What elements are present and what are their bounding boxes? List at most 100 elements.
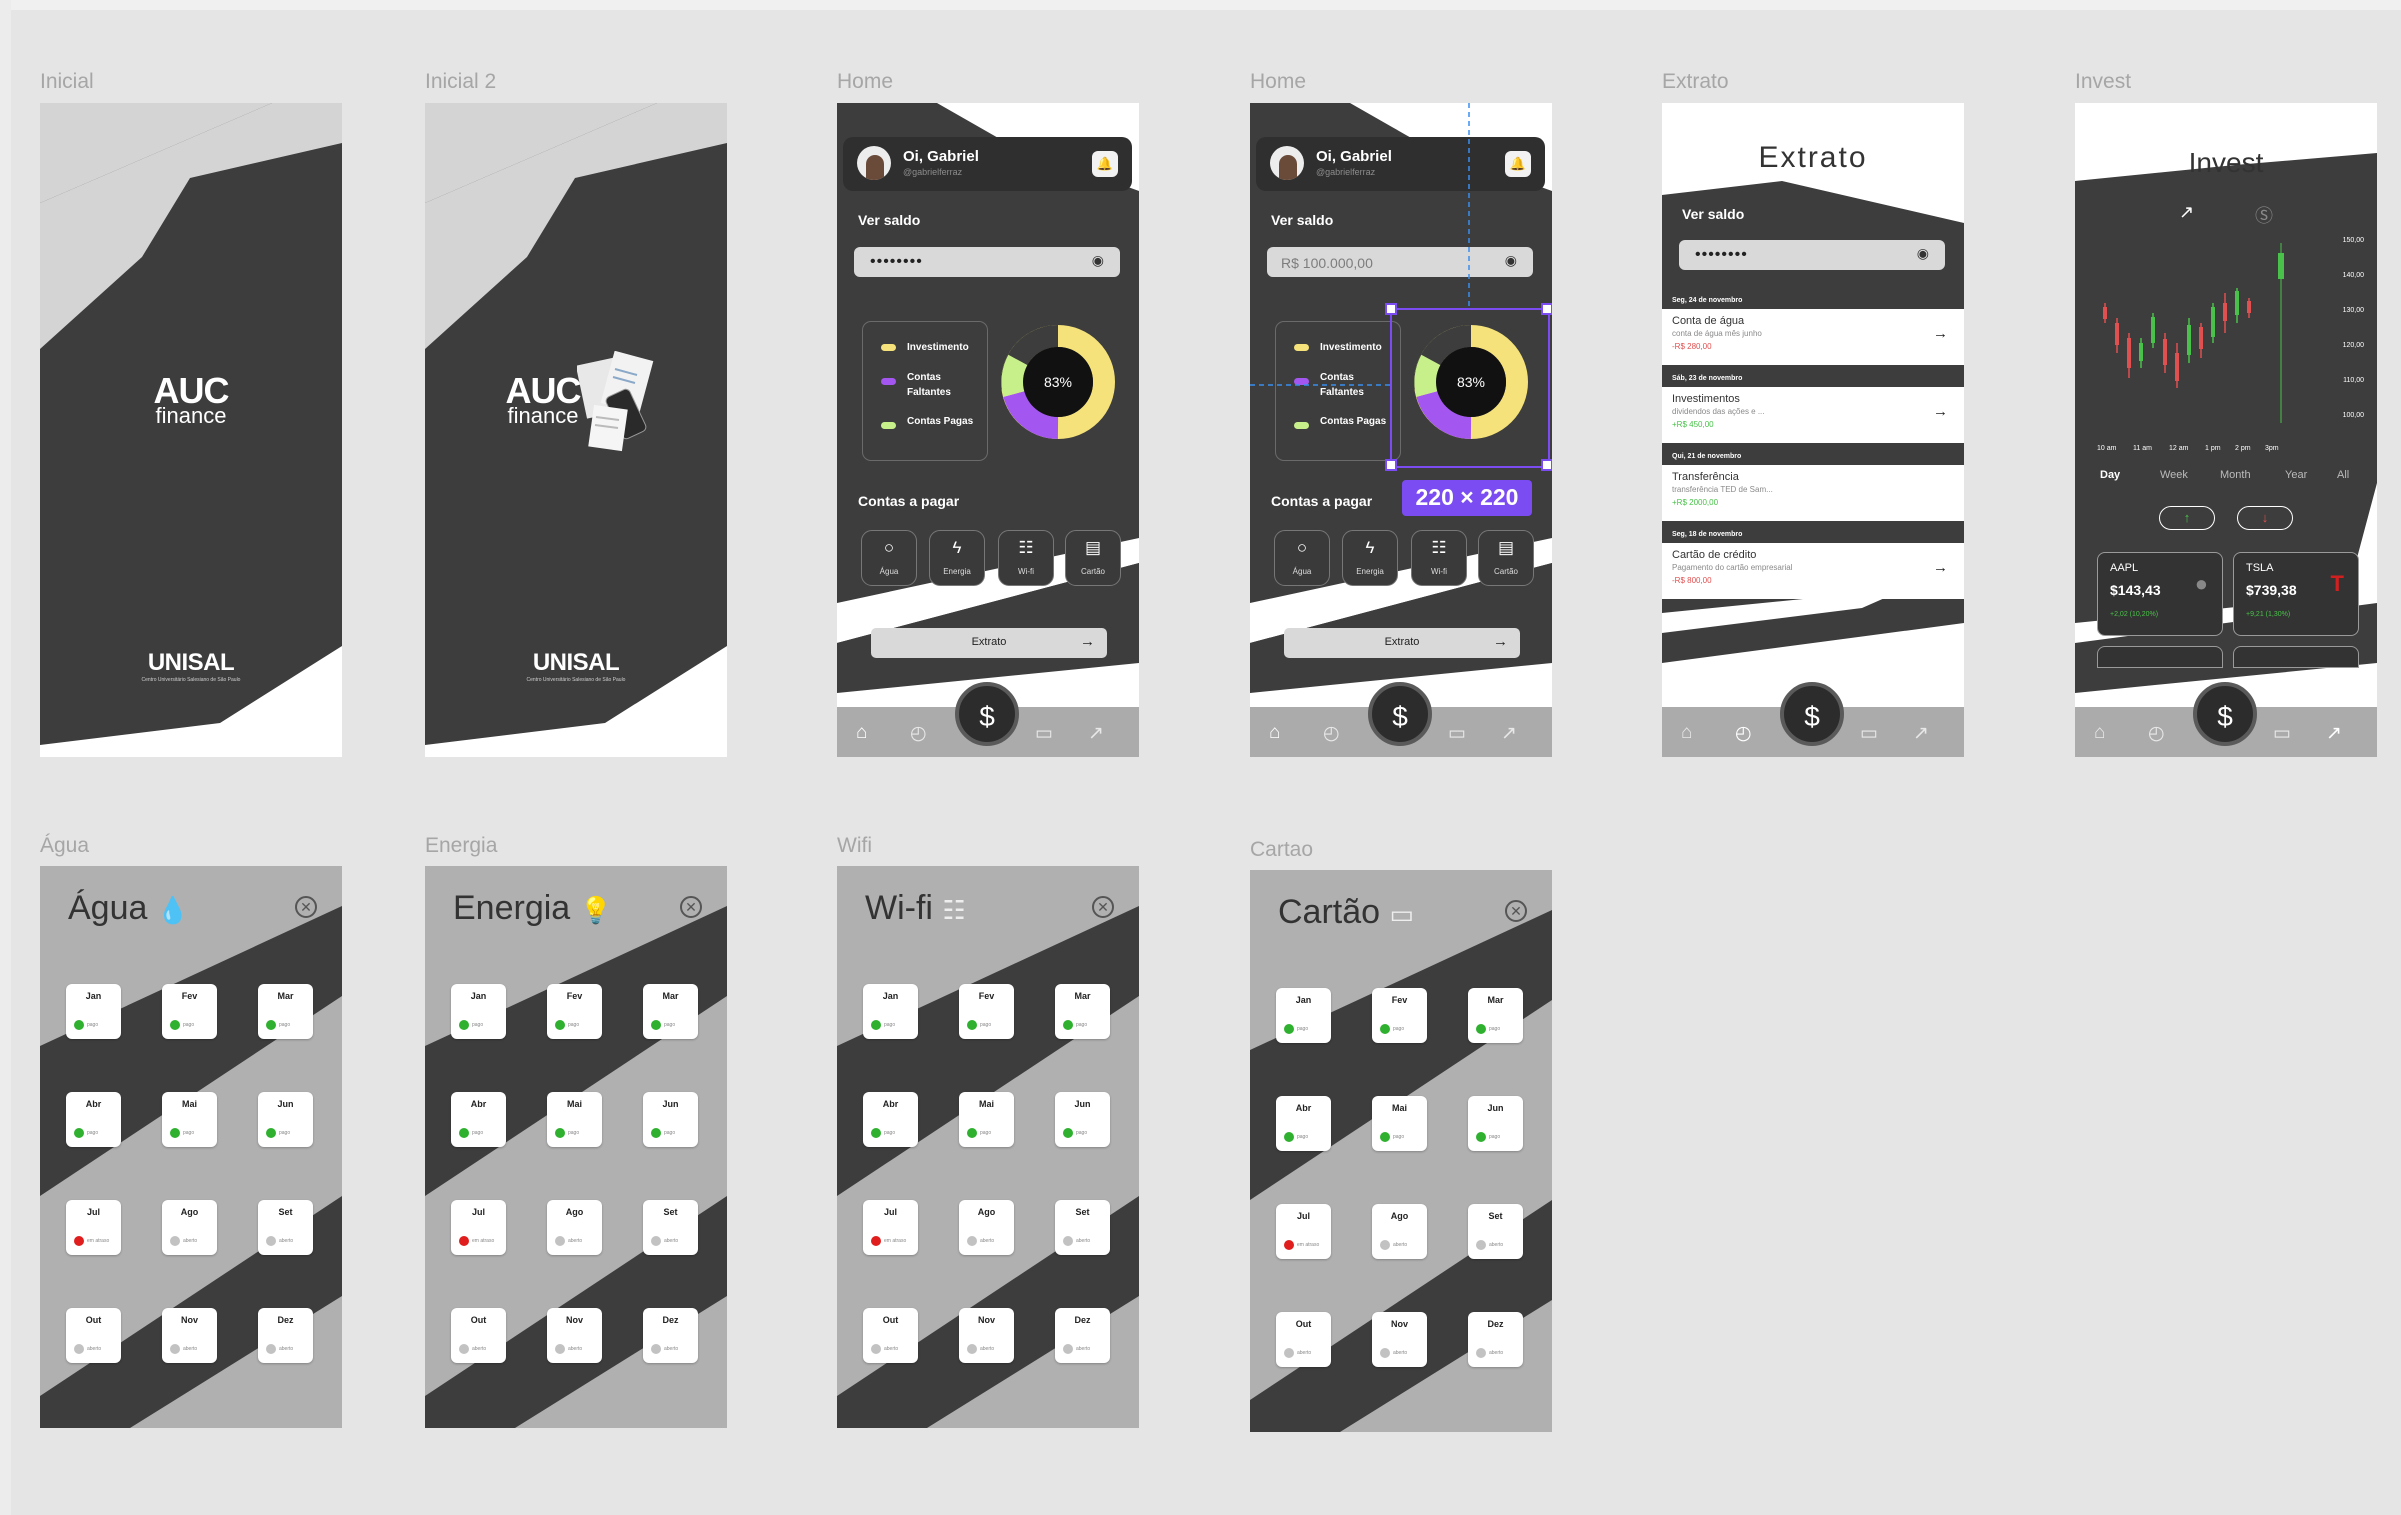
history-icon[interactable]: ◴ [1735, 722, 1752, 745]
month-card[interactable]: Jan pago [1276, 988, 1331, 1043]
bill-button-energia[interactable]: ϟ Energia [929, 530, 985, 586]
resize-handle[interactable] [1385, 459, 1397, 471]
dollar-fab-button[interactable]: $ [2193, 682, 2257, 746]
range-tab-day[interactable]: Day [2100, 469, 2120, 481]
month-card[interactable]: Mai pago [547, 1092, 602, 1147]
stock-card-aapl[interactable]: AAPL $143,43 +2,02 (10,20%) ● [2097, 552, 2223, 636]
range-tab-year[interactable]: Year [2285, 469, 2307, 481]
frame-label-invest[interactable]: Invest [2075, 70, 2131, 94]
frame-label-inicial[interactable]: Inicial [40, 70, 94, 94]
month-card[interactable]: Dez aberto [258, 1308, 313, 1363]
month-card[interactable]: Dez aberto [643, 1308, 698, 1363]
close-icon[interactable]: ✕ [1505, 900, 1527, 922]
month-card[interactable]: Jan pago [863, 984, 918, 1039]
frame-home-2[interactable]: Oi, Gabriel @gabrielferraz 🔔 Ver saldo R… [1250, 103, 1552, 757]
month-card[interactable]: Jun pago [1055, 1092, 1110, 1147]
wallet-icon[interactable]: ▭ [1035, 722, 1053, 745]
month-card[interactable]: Ago aberto [1372, 1204, 1427, 1259]
month-card[interactable]: Abr pago [1276, 1096, 1331, 1151]
bill-button-agua[interactable]: ○ Água [861, 530, 917, 586]
notification-bell-icon[interactable]: 🔔 [1092, 151, 1118, 177]
frame-inicial[interactable]: AUC finance UNISAL Centro Universitário … [40, 103, 342, 757]
transaction-card[interactable]: Investimentos dividendos das ações e ...… [1662, 387, 1964, 443]
transaction-card[interactable]: Conta de água conta de água mês junho -R… [1662, 309, 1964, 365]
month-card[interactable]: Mai pago [162, 1092, 217, 1147]
month-card[interactable]: Mai pago [959, 1092, 1014, 1147]
month-card[interactable]: Nov aberto [1372, 1312, 1427, 1367]
month-card[interactable]: Dez aberto [1055, 1308, 1110, 1363]
wallet-icon[interactable]: ▭ [1860, 722, 1878, 745]
month-card[interactable]: Jan pago [66, 984, 121, 1039]
dollar-circle-icon[interactable]: Ⓢ [2255, 202, 2273, 228]
balance-field[interactable]: •••••••• ◉ [1679, 240, 1945, 270]
month-card[interactable]: Fev pago [547, 984, 602, 1039]
month-card[interactable]: Abr pago [863, 1092, 918, 1147]
stock-card-partial[interactable] [2097, 646, 2223, 668]
resize-handle[interactable] [1541, 303, 1552, 315]
month-card[interactable]: Mar pago [1468, 988, 1523, 1043]
bill-button-wifi[interactable]: ☷ Wi-fi [998, 530, 1054, 586]
month-card[interactable]: Jun pago [258, 1092, 313, 1147]
month-card[interactable]: Ago aberto [162, 1200, 217, 1255]
month-card[interactable]: Out aberto [451, 1308, 506, 1363]
frame-label-cartao[interactable]: Cartao [1250, 838, 1313, 862]
month-card[interactable]: Set aberto [1055, 1200, 1110, 1255]
month-card[interactable]: Set aberto [258, 1200, 313, 1255]
month-card[interactable]: Mai pago [1372, 1096, 1427, 1151]
history-icon[interactable]: ◴ [910, 722, 927, 745]
frame-label-home-2[interactable]: Home [1250, 70, 1306, 94]
home-icon[interactable]: ⌂ [2094, 722, 2105, 744]
month-card[interactable]: Jul em atraso [66, 1200, 121, 1255]
month-card[interactable]: Jun pago [643, 1092, 698, 1147]
frame-label-home[interactable]: Home [837, 70, 893, 94]
frame-energia[interactable]: Energia 💡 ✕ Jan pago Fev pago Mar pago Abr pago Ma… [425, 866, 727, 1428]
avatar[interactable] [857, 146, 891, 180]
frame-agua[interactable]: Água 💧 ✕ Jan pago Fev pago Mar pago Abr pago Mai pa… [40, 866, 342, 1428]
stock-card-tsla[interactable]: TSLA $739,38 +9,21 (1,30%) T [2233, 552, 2359, 636]
frame-cartao[interactable]: Cartão ▭ ✕ Jan pago Fev pago Mar pago Abr pago Mai… [1250, 870, 1552, 1432]
month-card[interactable]: Jun pago [1468, 1096, 1523, 1151]
month-card[interactable]: Nov aberto [547, 1308, 602, 1363]
balance-field[interactable]: •••••••• ◉ [854, 247, 1120, 277]
chart-icon[interactable]: ↗ [1913, 722, 1929, 745]
frame-wifi[interactable]: Wi-fi ☷ ✕ Jan pago Fev pago Mar pago Abr pago Mai p… [837, 866, 1139, 1428]
month-card[interactable]: Out aberto [1276, 1312, 1331, 1367]
chart-icon[interactable]: ↗ [1088, 722, 1104, 745]
wallet-icon[interactable]: ▭ [2273, 722, 2291, 745]
eye-off-icon[interactable]: ◉ [1092, 252, 1104, 269]
frame-inicial-2[interactable]: AUC finance UNISAL Centro Universitário … [425, 103, 727, 757]
month-card[interactable]: Nov aberto [162, 1308, 217, 1363]
home-icon[interactable]: ⌂ [1681, 722, 1692, 744]
frame-label-extrato[interactable]: Extrato [1662, 70, 1729, 94]
selection-box[interactable] [1390, 308, 1550, 468]
month-card[interactable]: Dez aberto [1468, 1312, 1523, 1367]
month-card[interactable]: Fev pago [162, 984, 217, 1039]
dollar-fab-button[interactable]: $ [955, 682, 1019, 746]
range-tab-week[interactable]: Week [2160, 469, 2188, 481]
month-card[interactable]: Ago aberto [547, 1200, 602, 1255]
frame-home[interactable]: Oi, Gabriel @gabrielferraz 🔔 Ver saldo •… [837, 103, 1139, 757]
month-card[interactable]: Jan pago [451, 984, 506, 1039]
month-card[interactable]: Out aberto [863, 1308, 918, 1363]
line-chart-icon[interactable]: ↗ [2179, 202, 2194, 223]
frame-label-energia[interactable]: Energia [425, 834, 497, 858]
resize-handle[interactable] [1541, 459, 1552, 471]
close-icon[interactable]: ✕ [680, 896, 702, 918]
frame-invest[interactable]: Invest ↗ Ⓢ 150,00 140,00 130,00 120,00 1… [2075, 103, 2377, 757]
month-card[interactable]: Jul em atraso [863, 1200, 918, 1255]
month-card[interactable]: Abr pago [66, 1092, 121, 1147]
range-tab-all[interactable]: All [2337, 469, 2349, 481]
frame-label-wifi[interactable]: Wifi [837, 834, 872, 858]
month-card[interactable]: Nov aberto [959, 1308, 1014, 1363]
month-card[interactable]: Set aberto [1468, 1204, 1523, 1259]
month-card[interactable]: Mar pago [1055, 984, 1110, 1039]
close-icon[interactable]: ✕ [1092, 896, 1114, 918]
month-card[interactable]: Mar pago [258, 984, 313, 1039]
close-icon[interactable]: ✕ [295, 896, 317, 918]
frame-extrato[interactable]: Extrato Ver saldo •••••••• ◉ Seg, 24 de … [1662, 103, 1964, 757]
stock-card-partial[interactable] [2233, 646, 2359, 668]
eye-off-icon[interactable]: ◉ [1917, 245, 1929, 262]
month-card[interactable]: Out aberto [66, 1308, 121, 1363]
history-icon[interactable]: ◴ [2148, 722, 2165, 745]
month-card[interactable]: Set aberto [643, 1200, 698, 1255]
